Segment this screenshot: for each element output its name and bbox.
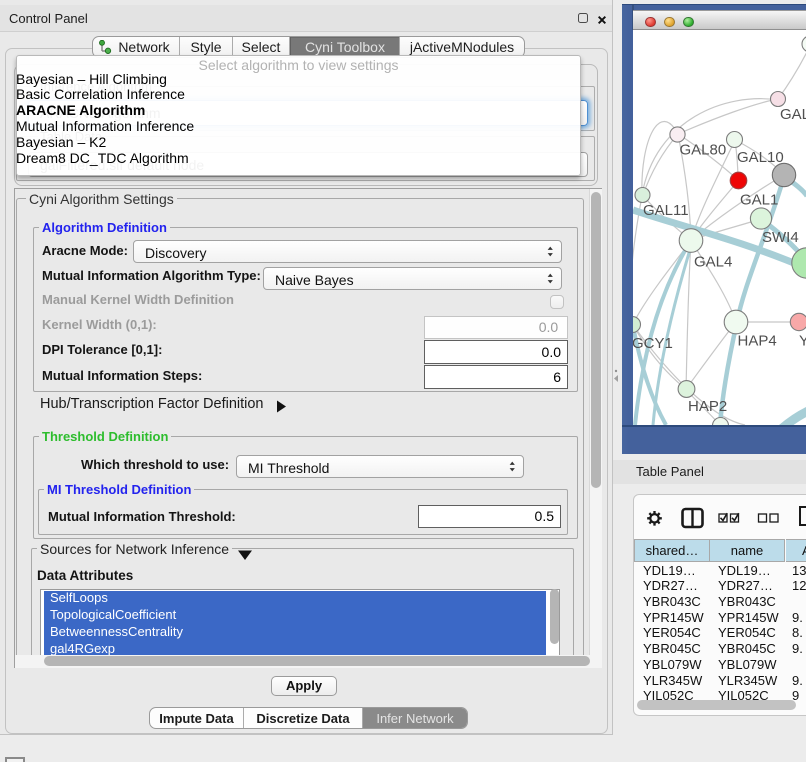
- svg-text:GAL1: GAL1: [740, 192, 778, 209]
- svg-text:Y: Y: [799, 333, 806, 350]
- svg-text:GAL80: GAL80: [680, 142, 727, 159]
- svg-text:GAL10: GAL10: [737, 149, 784, 166]
- svg-text:HAP2: HAP2: [688, 398, 727, 415]
- svg-text:GCY1: GCY1: [633, 335, 673, 352]
- svg-text:HAP4: HAP4: [738, 333, 777, 350]
- svg-text:GAL7: GAL7: [780, 106, 806, 123]
- svg-text:GAL4: GAL4: [694, 254, 732, 271]
- svg-text:SWI4: SWI4: [762, 229, 799, 246]
- svg-text:GAL11: GAL11: [643, 202, 689, 219]
